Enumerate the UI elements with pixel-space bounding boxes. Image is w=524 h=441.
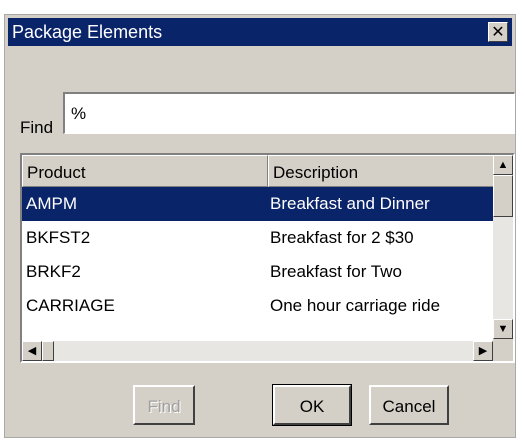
grid-header: Product Description [22, 155, 497, 187]
arrow-down-icon: ▼ [497, 323, 509, 335]
vertical-scrollbar[interactable]: ▲ ▼ [493, 155, 513, 339]
column-header-description[interactable]: Description [268, 155, 497, 187]
product-cell: CARRIAGE [26, 296, 115, 315]
package-elements-dialog: Package Elements ✕ Find Product Descript… [4, 14, 516, 438]
arrow-right-icon: ▶ [478, 345, 488, 357]
find-input[interactable] [63, 92, 515, 134]
scroll-right-button[interactable]: ▶ [473, 341, 493, 361]
horizontal-scrollbar[interactable]: ◀ ▶ [22, 341, 493, 361]
table-row[interactable]: AMPM Breakfast and Dinner [22, 187, 497, 221]
ok-button[interactable]: OK [272, 384, 352, 426]
find-label: Find [20, 118, 54, 137]
product-cell: BRKF2 [26, 262, 81, 281]
horizontal-scroll-thumb[interactable] [42, 341, 54, 361]
find-button[interactable]: Find [133, 385, 195, 425]
title-bar[interactable]: Package Elements ✕ [8, 18, 512, 46]
scroll-left-button[interactable]: ◀ [22, 341, 42, 361]
grid-rows: AMPM Breakfast and Dinner BKFST2 Breakfast … [22, 187, 497, 323]
product-cell: BKFST2 [26, 228, 91, 247]
product-grid: Product Description AMPM Breakfast and Di… [20, 153, 515, 363]
table-row[interactable]: BKFST2 Breakfast for 2 $30 [22, 221, 497, 255]
arrow-left-icon: ◀ [27, 345, 37, 357]
description-cell: Breakfast for 2 $30 [270, 228, 414, 247]
description-cell: Breakfast for Two [270, 262, 402, 281]
table-row[interactable]: CARRIAGE One hour carriage ride [22, 289, 497, 323]
scroll-down-button[interactable]: ▼ [493, 319, 513, 339]
description-cell: Breakfast and Dinner [270, 194, 430, 213]
window-title: Package Elements [12, 22, 163, 42]
vertical-scroll-thumb[interactable] [493, 175, 513, 217]
column-header-product[interactable]: Product [22, 155, 268, 187]
description-cell: One hour carriage ride [270, 296, 441, 315]
scroll-up-button[interactable]: ▲ [493, 155, 513, 175]
arrow-up-icon: ▲ [497, 159, 509, 171]
table-row[interactable]: BRKF2 Breakfast for Two [22, 255, 497, 289]
scrollbar-corner [493, 339, 513, 361]
close-button[interactable]: ✕ [488, 22, 508, 42]
cancel-button[interactable]: Cancel [369, 385, 449, 425]
product-cell: AMPM [26, 194, 77, 213]
close-icon: ✕ [491, 24, 505, 41]
